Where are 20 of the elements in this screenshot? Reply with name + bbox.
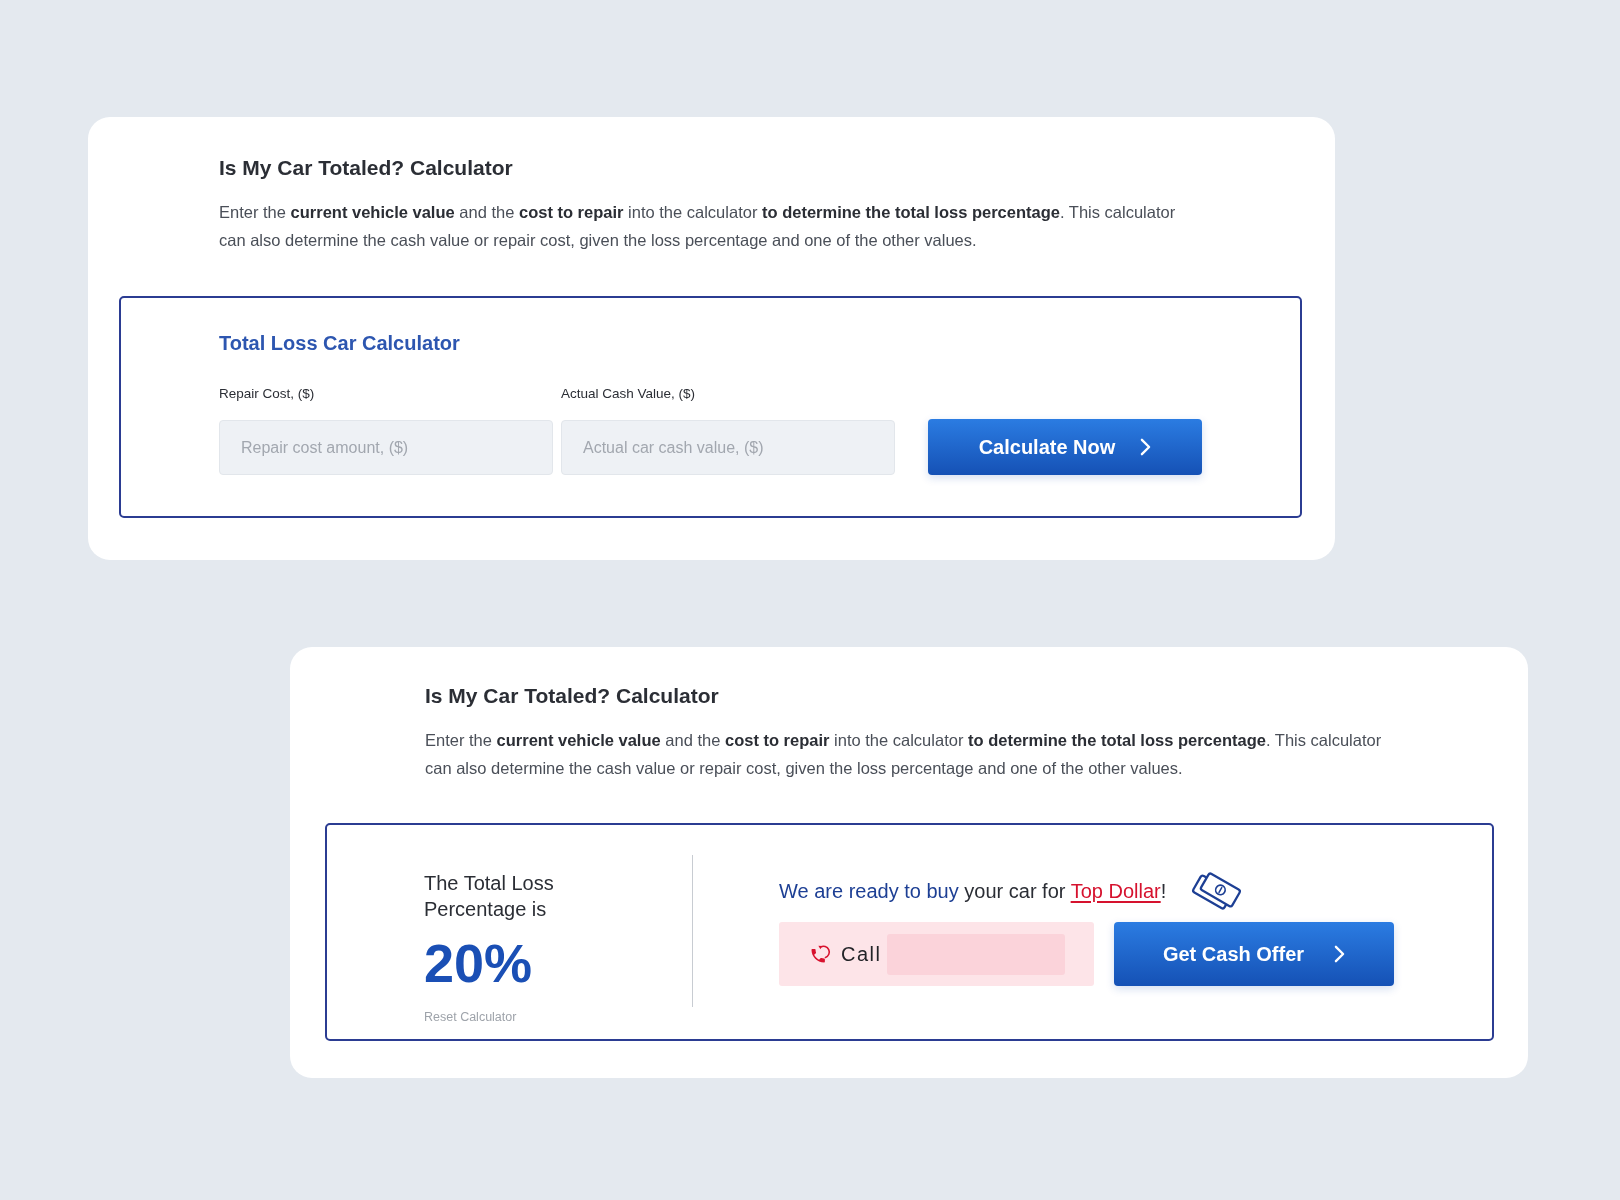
result-percentage: 20% xyxy=(424,933,533,993)
field-label: Repair Cost, ($) xyxy=(219,385,315,403)
amount-input[interactable]: Actual car cash value, ($) xyxy=(561,420,895,475)
offer-link[interactable]: Top Dollar xyxy=(1070,880,1161,902)
intro-paragraph: Enter the current vehicle value and the cost to repair into the calculator to determine the total loss percentage. This calculator can also determine the cash value or repair cost, given the loss percentage and one of the other values. xyxy=(219,202,1177,251)
field-label: Actual Cash Value, ($) xyxy=(561,385,696,403)
money-bills-icon xyxy=(1190,869,1244,913)
amount-input[interactable]: Repair cost amount, ($) xyxy=(219,420,553,475)
intro-paragraph: Enter the current vehicle value and the cost to repair into the calculator to determine the total loss percentage. This calculator can also determine the cash value or repair cost, given the loss percentage and one of the other values. xyxy=(425,730,1383,779)
calculate-button[interactable]: Calculate Now xyxy=(928,419,1202,475)
card-heading: Is My Car Totaled? Calculator xyxy=(425,683,719,709)
call-button[interactable]: Call xyxy=(779,922,1094,986)
result-label: The Total Loss Percentage is xyxy=(424,871,555,922)
phone-icon xyxy=(811,943,832,965)
offer-text: We are ready to buy your car for Top Dollar! xyxy=(779,879,1167,904)
calculator-title: Total Loss Car Calculator xyxy=(219,331,460,356)
cash-offer-button[interactable]: Get Cash Offer xyxy=(1114,922,1394,986)
chevron-icon xyxy=(1334,945,1346,963)
chevron-icon xyxy=(1140,438,1152,456)
card-heading: Is My Car Totaled? Calculator xyxy=(219,155,513,181)
